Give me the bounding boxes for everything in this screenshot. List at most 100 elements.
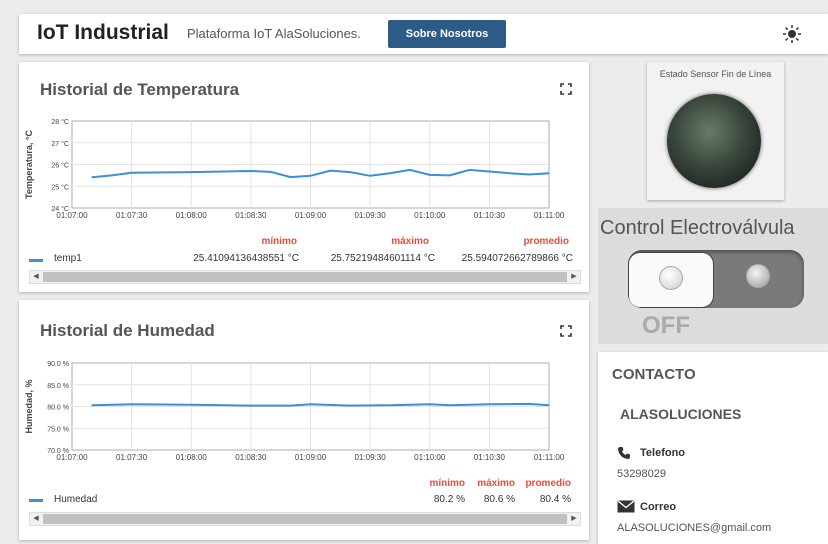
horizontal-scrollbar[interactable]: ◀ ▶ bbox=[29, 270, 581, 284]
y-axis-label: Temperatura, °C bbox=[24, 130, 34, 199]
data-point bbox=[111, 174, 113, 176]
legend-swatch bbox=[29, 499, 43, 502]
data-point bbox=[369, 175, 371, 177]
data-point bbox=[270, 171, 272, 173]
company-name: ALASOLUCIONES bbox=[620, 406, 742, 422]
scroll-right-arrow[interactable]: ▶ bbox=[568, 271, 580, 283]
x-tick-label: 01:10:30 bbox=[474, 453, 506, 462]
sun-icon[interactable] bbox=[782, 24, 802, 44]
brand-title[interactable]: IoT Industrial bbox=[37, 21, 169, 45]
valve-toggle-switch[interactable] bbox=[628, 250, 804, 308]
valve-title: Control Electroválvula bbox=[600, 217, 795, 239]
stat-header-avg: promedio bbox=[523, 236, 569, 247]
data-point bbox=[309, 403, 312, 405]
scroll-thumb[interactable] bbox=[43, 514, 567, 524]
y-tick-label: 27 °C bbox=[51, 140, 69, 148]
email-label: Correo bbox=[640, 501, 677, 513]
y-tick-label: 28 °C bbox=[51, 118, 69, 126]
x-tick-label: 01:08:30 bbox=[235, 211, 267, 220]
stat-header-min: mínimo bbox=[429, 478, 465, 489]
stat-avg-value: 25.594072662789866 °C bbox=[461, 253, 573, 264]
data-point bbox=[528, 173, 530, 176]
x-tick-label: 01:09:00 bbox=[295, 453, 327, 462]
phone-value[interactable]: 53298029 bbox=[617, 468, 666, 480]
legend-series-name: Humedad bbox=[54, 494, 98, 505]
x-tick-label: 01:09:00 bbox=[295, 211, 327, 220]
x-tick-label: 01:10:00 bbox=[414, 453, 446, 462]
sensor-status-panel: Estado Sensor Fin de Línea bbox=[647, 62, 784, 200]
top-navbar: IoT Industrial Plataforma IoT AlaSolucio… bbox=[19, 14, 828, 54]
stat-avg-value: 80.4 % bbox=[539, 494, 571, 505]
scroll-right-arrow[interactable]: ▶ bbox=[568, 513, 580, 525]
temperature-card: Historial de Temperatura 01:07:00 01:07:3… bbox=[19, 62, 589, 292]
tagline: Plataforma IoT AlaSoluciones. bbox=[187, 26, 361, 41]
data-point bbox=[190, 404, 192, 406]
data-point bbox=[349, 171, 351, 173]
stat-min-value: 25.41094136438551 °C bbox=[193, 253, 299, 264]
data-point bbox=[389, 404, 391, 406]
y-tick-label: 25 °C bbox=[51, 183, 69, 191]
y-tick-label: 85.0 % bbox=[47, 383, 69, 390]
x-tick-label: 01:08:00 bbox=[176, 453, 208, 462]
data-point bbox=[131, 172, 133, 174]
about-us-button[interactable]: Sobre Nosotros bbox=[388, 20, 506, 48]
x-tick-label: 01:09:30 bbox=[355, 453, 387, 462]
x-tick-label: 01:11:00 bbox=[534, 453, 565, 462]
y-tick-label: 80.0 % bbox=[47, 405, 69, 412]
scroll-left-arrow[interactable]: ◀ bbox=[30, 513, 42, 525]
email-value[interactable]: ALASOLUCIONES@gmail.com bbox=[617, 522, 771, 534]
x-tick-label: 01:08:30 bbox=[235, 453, 267, 462]
temperature-chart: 01:07:00 01:07:30 01:08:00 01:08:30 01:09:00… bbox=[24, 118, 565, 220]
data-point bbox=[250, 405, 252, 407]
x-tick-label: 01:10:30 bbox=[474, 211, 506, 220]
mail-icon bbox=[617, 500, 635, 513]
x-tick-label: 01:08:00 bbox=[176, 211, 208, 220]
phone-icon bbox=[618, 447, 630, 459]
horizontal-scrollbar[interactable]: ◀ ▶ bbox=[29, 512, 581, 526]
x-tick-label: 01:07:30 bbox=[116, 211, 148, 220]
data-point bbox=[548, 172, 550, 174]
stat-min-value: 80.2 % bbox=[433, 494, 465, 505]
data-point bbox=[290, 405, 292, 407]
sensor-indicator-led bbox=[667, 94, 761, 188]
y-tick-label: 24 °C bbox=[51, 205, 69, 213]
legend-swatch bbox=[29, 259, 43, 262]
data-point bbox=[449, 174, 451, 176]
stat-header-avg: promedio bbox=[525, 478, 571, 489]
data-point bbox=[429, 403, 431, 405]
contact-card: CONTACTO ALASOLUCIONES Telefono 53298029… bbox=[598, 352, 828, 544]
data-point bbox=[508, 172, 510, 174]
data-point bbox=[329, 169, 331, 172]
data-point bbox=[429, 174, 431, 176]
data-point bbox=[131, 403, 133, 405]
x-tick-label: 01:07:30 bbox=[116, 453, 148, 462]
contact-title: CONTACTO bbox=[612, 366, 696, 383]
data-point bbox=[488, 170, 490, 173]
valve-control-panel: Control Electroválvula OFF bbox=[598, 208, 828, 344]
legend-series-name: temp1 bbox=[54, 253, 82, 264]
stat-max-value: 80.6 % bbox=[483, 494, 515, 505]
data-point bbox=[488, 403, 490, 405]
phone-label: Telefono bbox=[640, 447, 686, 459]
x-tick-label: 01:10:00 bbox=[414, 211, 446, 220]
y-tick-label: 90.0 % bbox=[47, 361, 69, 368]
stat-header-min: mínimo bbox=[261, 236, 297, 247]
humidity-card: Historial de Humedad 01:07:00 01:07:30 01:… bbox=[19, 300, 589, 540]
stat-header-max: máximo bbox=[477, 478, 515, 489]
valve-state-label: OFF bbox=[642, 312, 690, 339]
data-point bbox=[389, 172, 391, 174]
scroll-thumb[interactable] bbox=[43, 272, 567, 282]
data-point bbox=[468, 169, 471, 171]
scroll-left-arrow[interactable]: ◀ bbox=[30, 271, 42, 283]
toggle-knob[interactable] bbox=[628, 252, 714, 308]
stat-max-value: 25.75219484601114 °C bbox=[330, 253, 435, 264]
data-point bbox=[91, 404, 93, 406]
humidity-chart: 01:07:00 01:07:30 01:08:00 01:08:30 01:09:00… bbox=[24, 361, 565, 462]
series-line bbox=[91, 168, 550, 179]
toggle-indicator-right bbox=[746, 264, 770, 288]
data-point bbox=[309, 175, 312, 177]
y-tick-label: 75.0 % bbox=[47, 426, 69, 433]
data-point bbox=[449, 404, 451, 406]
sensor-label: Estado Sensor Fin de Línea bbox=[659, 69, 772, 79]
data-point bbox=[349, 405, 351, 407]
